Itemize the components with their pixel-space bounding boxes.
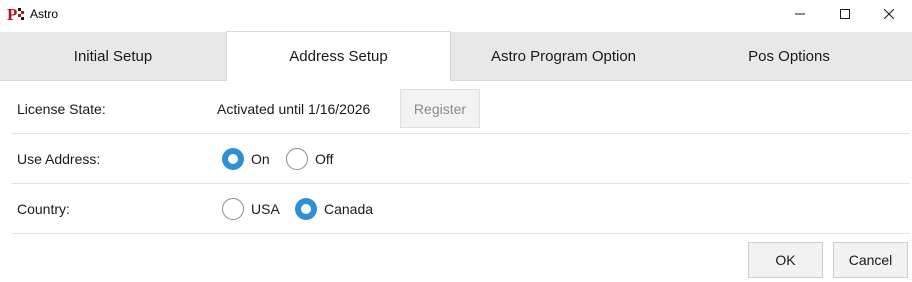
- license-state-label: License State:: [17, 101, 106, 117]
- astro-app-icon: P: [7, 5, 25, 23]
- country-canada-label: Canada: [324, 201, 374, 217]
- use-address-on-radio[interactable]: On: [222, 134, 270, 184]
- use-address-off-label: Off: [315, 151, 334, 167]
- country-usa-label: USA: [251, 201, 280, 217]
- cancel-button[interactable]: Cancel: [833, 242, 908, 278]
- radio-checked-icon: [222, 148, 244, 170]
- use-address-on-label: On: [251, 151, 270, 167]
- minimize-icon: [795, 13, 805, 15]
- maximize-icon: [840, 9, 850, 19]
- tab-initial-setup[interactable]: Initial Setup: [0, 32, 226, 81]
- close-icon: [884, 9, 894, 19]
- maximize-button[interactable]: [822, 0, 868, 28]
- tab-address-setup[interactable]: Address Setup: [226, 31, 451, 81]
- use-address-label: Use Address:: [17, 151, 101, 167]
- title-bar: P Astro: [0, 0, 912, 28]
- country-usa-radio[interactable]: USA: [222, 184, 280, 234]
- window-title: Astro: [30, 7, 59, 21]
- radio-checked-icon: [295, 198, 317, 220]
- close-button[interactable]: [866, 0, 912, 28]
- country-row: Country: USA Canada: [12, 184, 910, 234]
- minimize-button[interactable]: [777, 0, 823, 28]
- ok-button[interactable]: OK: [748, 242, 823, 278]
- tab-astro-program-option[interactable]: Astro Program Option: [451, 32, 676, 81]
- country-label: Country:: [17, 201, 70, 217]
- radio-unchecked-icon: [222, 198, 244, 220]
- svg-text:P: P: [7, 5, 17, 23]
- country-canada-radio[interactable]: Canada: [295, 184, 373, 234]
- license-row: License State: Activated until 1/16/2026…: [12, 84, 910, 134]
- tab-pos-options[interactable]: Pos Options: [676, 32, 902, 81]
- license-state-value: Activated until 1/16/2026: [217, 101, 371, 117]
- use-address-off-radio[interactable]: Off: [286, 134, 333, 184]
- tab-bar: Initial Setup Address Setup Astro Progra…: [0, 31, 912, 81]
- radio-unchecked-icon: [286, 148, 308, 170]
- register-button[interactable]: Register: [400, 89, 480, 128]
- use-address-row: Use Address: On Off: [12, 134, 910, 184]
